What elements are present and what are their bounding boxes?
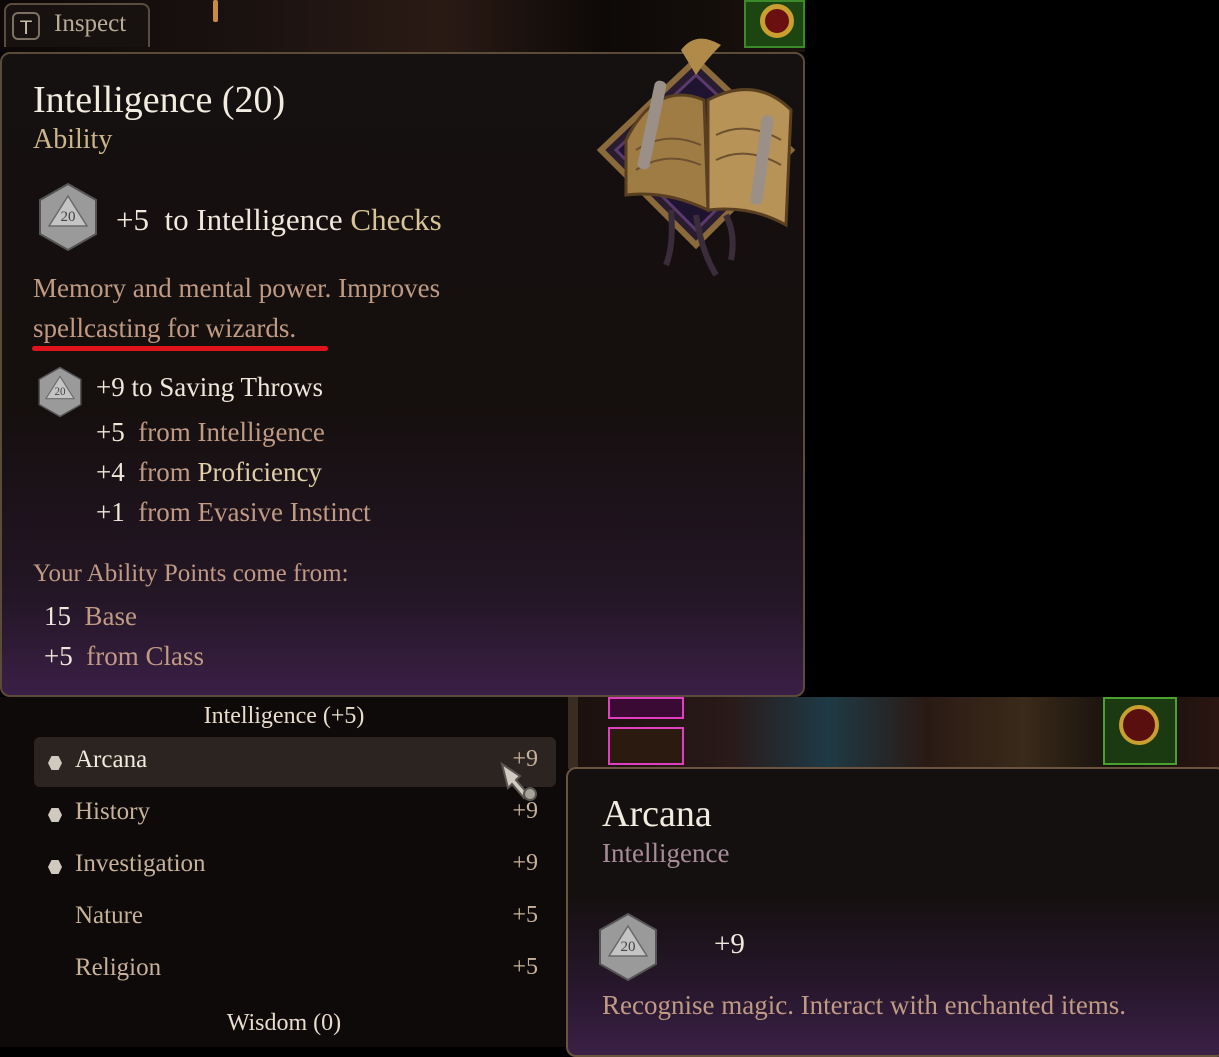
saving-throw-source: +5 from Intelligence (96, 417, 325, 448)
ability-subtitle: Ability (33, 124, 113, 155)
skill-tooltip-value: +9 (714, 928, 745, 960)
source-name: Intelligence (197, 417, 325, 447)
skill-row-nature[interactable]: Nature +5 (34, 893, 556, 943)
ability-description: Memory and mental power. Improves spellc… (33, 268, 503, 348)
ability-points-source: 15 Base (44, 601, 137, 632)
skill-value: +5 (512, 954, 538, 980)
inspect-key-hint: T (12, 12, 40, 40)
skill-value: +5 (512, 902, 538, 928)
skill-name: History (75, 798, 150, 825)
panel-divider (568, 697, 578, 769)
inspect-label: Inspect (54, 10, 127, 37)
skill-value: +9 (512, 850, 538, 876)
proficiency-icon (48, 756, 62, 770)
skill-value: +9 (512, 798, 538, 824)
skill-row-history[interactable]: History +9 (34, 789, 556, 839)
equipment-slot[interactable] (608, 697, 684, 719)
saving-throws-total: +9 to Saving Throws (96, 372, 323, 402)
skills-next-section-header: Wisdom (0) (226, 1010, 342, 1036)
skill-name: Religion (75, 954, 162, 981)
d20-icon: 20 (599, 912, 657, 982)
source-value: +1 (96, 497, 125, 527)
d20-icon-label: 20 (61, 209, 76, 225)
checks-bonus-keyword: Checks (350, 202, 442, 237)
source-from: from (138, 417, 191, 447)
skill-name: Investigation (75, 850, 206, 877)
proficiency-icon (48, 808, 62, 822)
skill-row-arcana[interactable]: Arcana +9 (34, 737, 556, 787)
points-label: from Class (86, 641, 204, 671)
points-label: Base (84, 601, 137, 631)
source-value: +5 (96, 417, 125, 447)
skill-name: Nature (75, 902, 144, 929)
checks-bonus-value: +5 (116, 202, 149, 237)
scene-accent-bar (213, 0, 218, 22)
gauntlet-cursor-icon (500, 761, 537, 801)
skills-section-header: Intelligence (+5) (203, 703, 365, 729)
ability-points-source: +5 from Class (44, 641, 204, 672)
d20-icon-label: 20 (621, 939, 636, 955)
source-from: from (138, 497, 191, 527)
points-value: 15 (44, 601, 71, 631)
ability-title: Intelligence (20) (33, 79, 286, 121)
d20-small-icon: 20 (38, 366, 82, 418)
necklace-icon (1119, 705, 1159, 745)
source-from: from (138, 457, 191, 487)
d20-small-icon-label: 20 (54, 386, 66, 398)
saving-throw-source: +1 from Evasive Instinct (96, 497, 371, 528)
equipment-slot-ring[interactable] (1103, 697, 1177, 765)
ability-description-line2: spellcasting for wizards. (33, 313, 297, 343)
skill-row-investigation[interactable]: Investigation +9 (34, 841, 556, 891)
ability-description-line1: Memory and mental power. Improves (33, 273, 441, 303)
d20-icon: 20 (39, 182, 97, 252)
ability-points-heading: Your Ability Points come from: (33, 560, 349, 587)
spellbook-emblem-icon (596, 38, 796, 277)
checks-bonus-text: to Intelligence (164, 202, 343, 237)
saving-throw-source: +4 from Proficiency (96, 457, 322, 488)
equipment-slot[interactable] (608, 727, 684, 765)
source-name: Proficiency (197, 457, 322, 487)
source-value: +4 (96, 457, 125, 487)
source-name: Evasive Instinct (197, 497, 371, 527)
points-value: +5 (44, 641, 73, 671)
intelligence-checks-bonus: +5 to Intelligence Checks (116, 202, 442, 238)
proficiency-icon (48, 860, 62, 874)
skill-name: Arcana (75, 746, 148, 773)
skill-tooltip-subtitle: Intelligence (602, 838, 730, 868)
skill-row-religion[interactable]: Religion +5 (34, 945, 556, 995)
skill-tooltip-description: Recognise magic. Interact with enchanted… (602, 990, 1127, 1020)
skill-tooltip-title: Arcana (602, 793, 712, 835)
red-underline-annotation (32, 346, 328, 351)
